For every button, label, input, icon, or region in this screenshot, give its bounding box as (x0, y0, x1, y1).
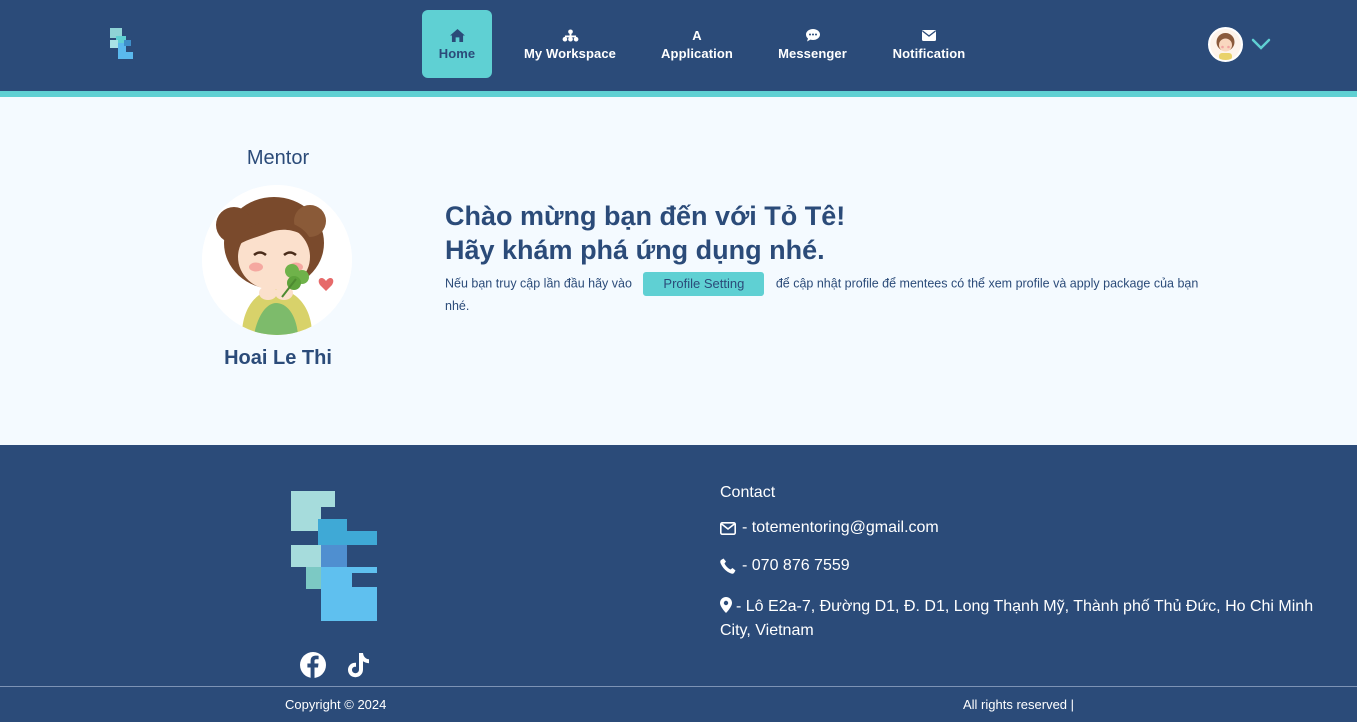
profile-setting-button[interactable]: Profile Setting (643, 272, 765, 296)
envelope-icon (922, 28, 936, 44)
user-avatar[interactable] (1208, 27, 1243, 62)
welcome-heading-line1: Chào mừng bạn đến với Tỏ Tê! (445, 201, 846, 231)
envelope-icon (720, 521, 736, 535)
intro-before: Nếu bạn truy cập lần đầu hãy vào (445, 276, 632, 291)
workspace-icon (562, 28, 579, 44)
role-label: Mentor (246, 147, 310, 169)
footer: Contact - totementoring@gmail.com - 070 … (0, 445, 1357, 722)
tote-logo-large (291, 491, 377, 621)
location-pin-icon (720, 597, 732, 613)
main-content: Mentor Hoai Le Thi Chào mừng bạn đến với… (0, 97, 1357, 445)
nav-application-label: Application (661, 45, 733, 61)
home-icon (449, 28, 465, 44)
contact-phone[interactable]: - 070 876 7559 (720, 557, 850, 575)
social-links (298, 650, 374, 680)
contact-email-text: - totementoring@gmail.com (742, 519, 939, 536)
copyright-text: Copyright © 2024 (285, 697, 387, 712)
mentor-name: Hoai Le Thi (224, 347, 332, 369)
nav-home-label: Home (438, 45, 476, 61)
contact-address-text: - Lô E2a-7, Đường D1, Đ. D1, Long Thạnh … (720, 598, 1314, 639)
facebook-icon[interactable] (298, 650, 328, 680)
intro-text: Nếu bạn truy cập lần đầu hãy vào Profile… (445, 272, 1205, 316)
letter-a-icon: A (692, 27, 702, 43)
nav-application[interactable]: A Application (657, 10, 737, 78)
contact-email[interactable]: - totementoring@gmail.com (720, 519, 939, 537)
nav-notification[interactable]: Notification (890, 10, 968, 78)
main-nav: Home My Workspace A Application Messenge… (0, 10, 1357, 78)
tiktok-icon[interactable] (344, 650, 374, 680)
phone-icon (720, 558, 736, 574)
nav-home[interactable]: Home (422, 10, 492, 78)
chat-icon (805, 28, 820, 44)
welcome-heading-line2: Hãy khám phá ứng dụng nhé. (445, 235, 825, 265)
contact-phone-text: - 070 876 7559 (742, 557, 850, 574)
chevron-down-icon[interactable] (1251, 36, 1271, 52)
top-navbar: Home My Workspace A Application Messenge… (0, 0, 1357, 91)
mentor-avatar (202, 185, 352, 335)
nav-my-workspace[interactable]: My Workspace (522, 10, 618, 78)
footer-divider (0, 686, 1357, 687)
nav-messenger-label: Messenger (778, 45, 847, 61)
contact-title: Contact (720, 484, 776, 501)
rights-text: All rights reserved | (963, 697, 1075, 712)
contact-address: - Lô E2a-7, Đường D1, Đ. D1, Long Thạnh … (720, 595, 1320, 643)
nav-notification-label: Notification (892, 45, 966, 61)
nav-messenger[interactable]: Messenger (775, 10, 850, 78)
nav-my-workspace-label: My Workspace (524, 45, 616, 61)
